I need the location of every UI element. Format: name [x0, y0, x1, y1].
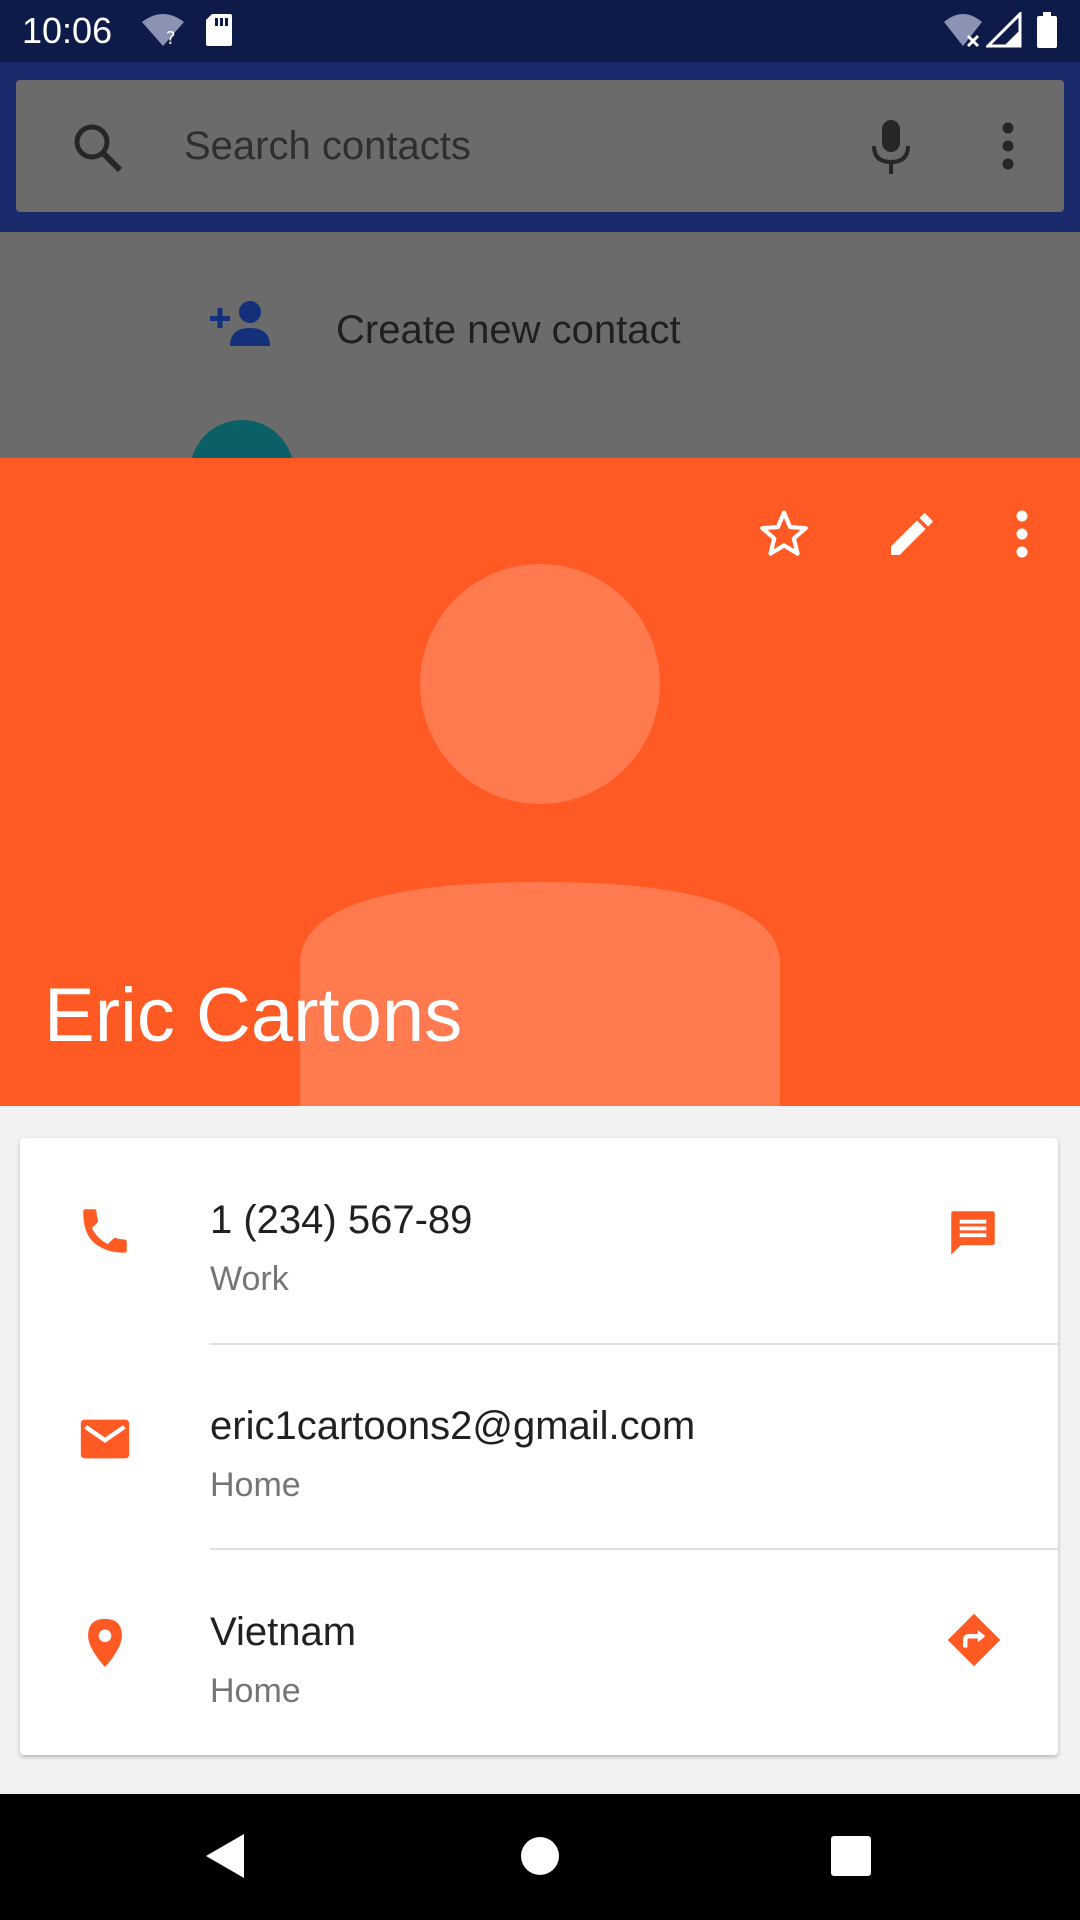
home-icon[interactable]: [520, 1832, 560, 1885]
avatar: [190, 420, 294, 458]
phone-type: Work: [210, 1260, 289, 1298]
email-type: Home: [210, 1466, 301, 1504]
phone-number: 1 (234) 567-89: [210, 1198, 473, 1242]
svg-text:?: ?: [166, 28, 176, 48]
sd-card-icon: [204, 12, 234, 53]
navigation-bar: [0, 1794, 1080, 1920]
create-new-contact-label[interactable]: Create new contact: [336, 308, 681, 353]
search-icon[interactable]: [72, 122, 124, 179]
contact-details-card: 1 (234) 567-89 Work eric1cartoons2@gmail…: [20, 1138, 1058, 1755]
search-bar[interactable]: Search contacts: [16, 80, 1064, 212]
email-icon: [76, 1410, 134, 1473]
address-type: Home: [210, 1672, 301, 1710]
wifi-unknown-icon: ?: [140, 12, 186, 53]
directions-icon[interactable]: [944, 1610, 1004, 1675]
address-value: Vietnam: [210, 1610, 357, 1654]
mic-icon[interactable]: [868, 118, 914, 181]
signal-icon: [984, 10, 1022, 53]
more-vert-icon[interactable]: [1014, 506, 1030, 567]
edit-icon[interactable]: [884, 506, 940, 567]
wifi-off-icon: [942, 12, 984, 53]
status-time: 10:06: [22, 10, 113, 51]
location-icon: [76, 1614, 134, 1677]
contact-name: Eric Cartons: [44, 973, 463, 1058]
add-person-icon[interactable]: [210, 300, 274, 353]
star-outline-icon[interactable]: [756, 506, 812, 567]
detail-row-email[interactable]: eric1cartoons2@gmail.com Home: [20, 1344, 1058, 1549]
detail-row-phone[interactable]: 1 (234) 567-89 Work: [20, 1138, 1058, 1343]
phone-icon: [76, 1202, 134, 1265]
back-icon[interactable]: [204, 1832, 246, 1885]
search-input[interactable]: Search contacts: [184, 124, 471, 169]
recents-icon[interactable]: [830, 1832, 872, 1885]
detail-row-address[interactable]: Vietnam Home: [20, 1550, 1058, 1755]
more-vert-icon[interactable]: [1000, 120, 1016, 177]
email-address: eric1cartoons2@gmail.com: [210, 1404, 696, 1448]
details-area: 1 (234) 567-89 Work eric1cartoons2@gmail…: [0, 1106, 1080, 1794]
battery-icon: [1036, 12, 1058, 53]
message-icon[interactable]: [944, 1204, 1002, 1267]
status-bar: 10:06 ?: [0, 0, 1080, 62]
contact-header: Eric Cartons: [0, 458, 1080, 1106]
contacts-list-scrim: Create new contact: [0, 232, 1080, 458]
